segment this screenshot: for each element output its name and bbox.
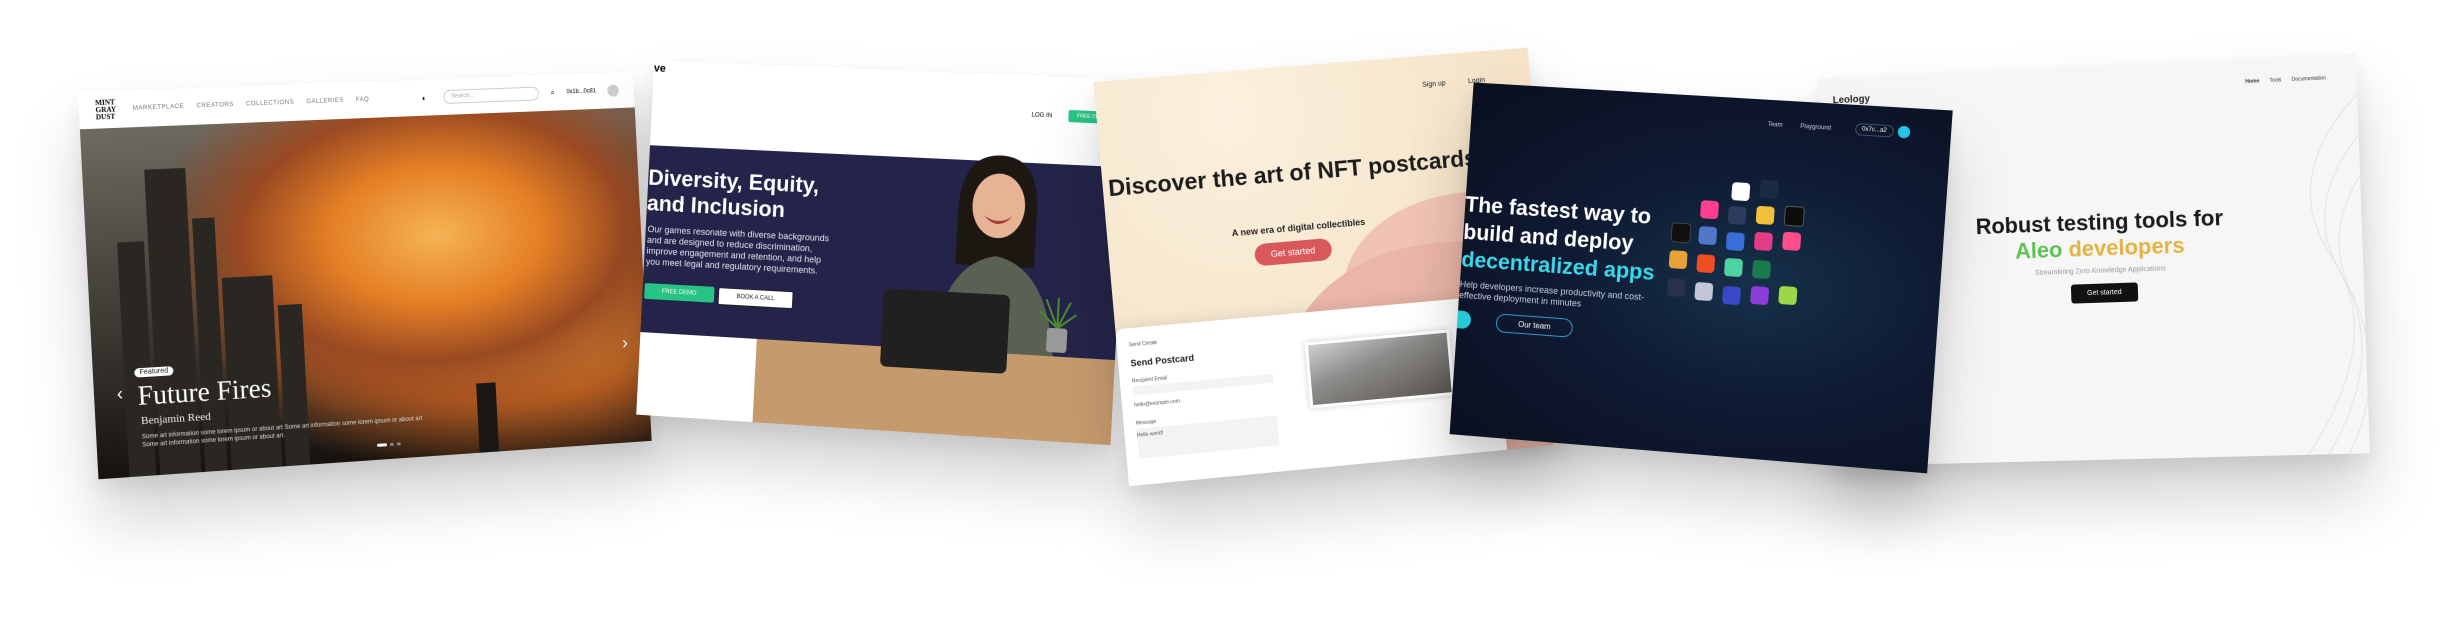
- carousel-indicator[interactable]: [377, 442, 401, 447]
- send-postcard-panel: Send Create Send Postcard Recipient Emai…: [1115, 295, 1509, 487]
- integration-icon: [1783, 205, 1806, 227]
- chevron-right-icon[interactable]: ›: [622, 333, 629, 354]
- art-gallery-screenshot: MINT GRAY DUST MARKETPLACE CREATORS COLL…: [77, 72, 652, 480]
- avatar[interactable]: [607, 84, 620, 97]
- our-team-button[interactable]: Our team: [1495, 313, 1574, 338]
- signup-link[interactable]: Sign up: [1422, 80, 1446, 89]
- get-started-button[interactable]: Get started: [2070, 282, 2138, 304]
- recipient-value: hello@example.com: [1133, 398, 1181, 409]
- message-label: Message: [1135, 418, 1157, 427]
- integration-icon: [1753, 231, 1774, 252]
- search-icon[interactable]: ⌕: [550, 88, 555, 98]
- hero-title: Diversity, Equity, and Inclusion: [646, 164, 820, 223]
- theme-toggle-icon[interactable]: ◐: [422, 93, 427, 102]
- nav-link-marketplace[interactable]: MARKETPLACE: [133, 104, 185, 112]
- integration-icon: [1778, 285, 1798, 306]
- account-avatar[interactable]: [1897, 125, 1911, 139]
- primary-cta-button[interactable]: [1456, 310, 1472, 330]
- postcard-photo: [1304, 329, 1455, 409]
- integration-icon: [1668, 250, 1688, 270]
- nav-link-home[interactable]: Home: [2245, 78, 2259, 85]
- hero-title-line-1: Robust testing tools for: [1975, 204, 2224, 240]
- message-field[interactable]: [1136, 415, 1280, 459]
- nav-link-team[interactable]: Team: [1768, 122, 1783, 129]
- dapp-platform-screenshot: Team Playground 0x7c...a2 The fastest wa…: [1449, 82, 1953, 474]
- plant-pot: [1036, 297, 1080, 354]
- search-input[interactable]: Search...: [443, 86, 540, 104]
- chevron-left-icon[interactable]: ‹: [116, 383, 123, 405]
- breadcrumb[interactable]: Send Create: [1129, 340, 1158, 349]
- panel-title: Send Postcard: [1130, 352, 1195, 369]
- wallet-address[interactable]: 0x1b...0c81: [566, 88, 596, 95]
- laptop: [879, 288, 1011, 374]
- hero-artwork: Featured Future Fires Benjamin Reed Some…: [79, 107, 652, 480]
- integration-icon: [1781, 231, 1802, 251]
- nav-link-collections[interactable]: COLLECTIONS: [246, 100, 294, 108]
- integration-icon: [1723, 257, 1744, 278]
- hero-title: Robust testing tools for Aleo developers: [1969, 205, 2230, 266]
- integration-icon: [1751, 259, 1772, 280]
- integration-icon: [1727, 205, 1747, 226]
- integration-icon: [1721, 285, 1742, 306]
- site-logo[interactable]: ve: [654, 63, 666, 75]
- integration-icon: [1666, 277, 1686, 298]
- integration-icon: [1725, 231, 1745, 252]
- integration-icon: [1694, 281, 1714, 302]
- integration-icon: [1759, 179, 1779, 200]
- nav-link-faq[interactable]: FAQ: [356, 97, 370, 104]
- top-navigation: ve LOG IN FREE DEMO: [652, 61, 1130, 131]
- diversity-landing-screenshot: ve LOG IN FREE DEMO Diversity, Equity, a…: [636, 60, 1130, 446]
- integration-icon: [1731, 182, 1751, 202]
- hero-title: Discover the art of NFT postcards: [1107, 144, 1478, 202]
- site-logo[interactable]: MINT GRAY DUST: [95, 98, 121, 121]
- hero-title: The fastest way to build and deploy dece…: [1461, 191, 1662, 287]
- nav-link-creators[interactable]: CREATORS: [196, 102, 234, 109]
- get-started-button[interactable]: Get started: [1253, 237, 1333, 267]
- integration-icon: [1698, 226, 1718, 246]
- integration-icon: [1750, 285, 1770, 306]
- hero-title-aleo: Aleo: [2014, 237, 2063, 264]
- nav-link-playground[interactable]: Playground: [1800, 124, 1831, 132]
- integration-icon: [1670, 222, 1692, 244]
- integration-icon: [1699, 200, 1720, 220]
- hero-title-developers: developers: [2067, 232, 2185, 262]
- integration-icon: [1696, 253, 1716, 274]
- login-link[interactable]: LOG IN: [1031, 112, 1052, 119]
- integration-icon: [1755, 205, 1775, 225]
- nav-link-galleries[interactable]: GALLERIES: [306, 98, 344, 105]
- wallet-address[interactable]: 0x7c...a2: [1854, 123, 1895, 138]
- nav-link-tools[interactable]: Tools: [2269, 77, 2281, 84]
